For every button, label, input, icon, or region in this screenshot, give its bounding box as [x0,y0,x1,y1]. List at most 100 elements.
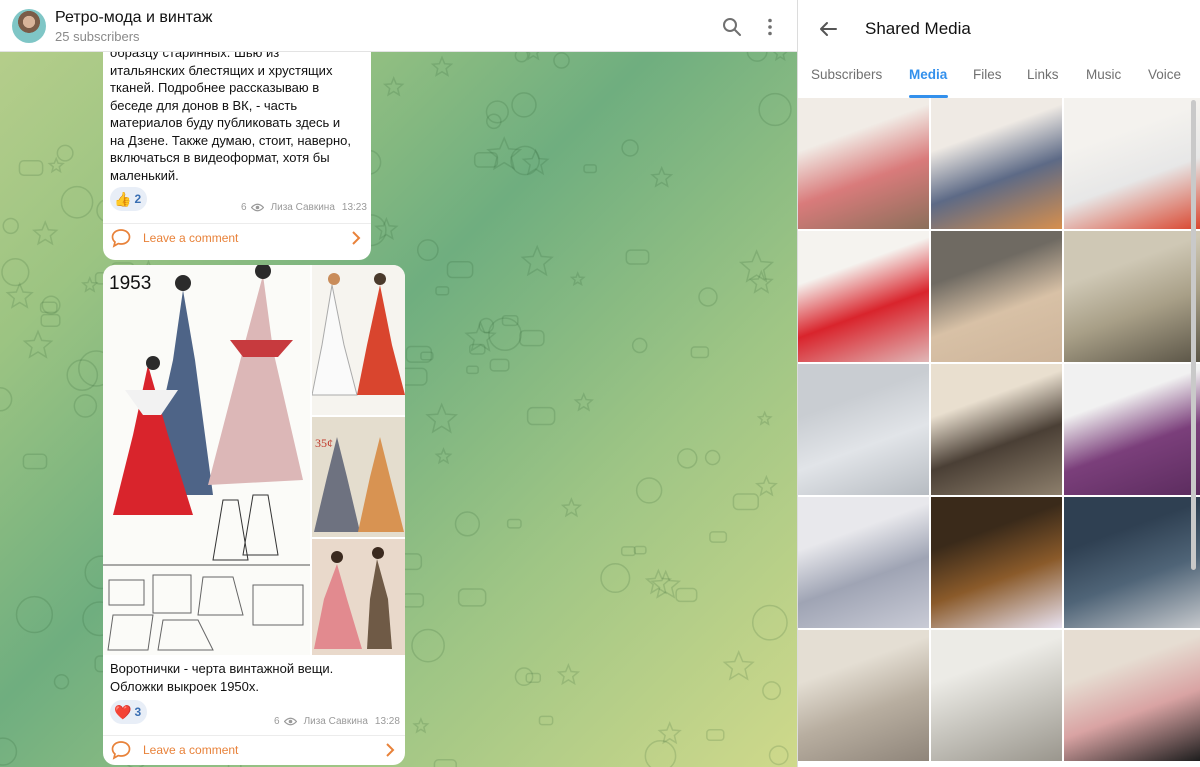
chevron-right-icon [386,743,395,757]
media-thumbnail[interactable] [798,497,929,628]
tab-music[interactable]: Music [1086,67,1121,82]
pattern-doodle [446,261,474,279]
channel-post[interactable]: образцу старинных. Шью из итальянских бл… [103,40,371,260]
pattern-doodle [2,217,19,235]
pattern-doodle [519,329,545,347]
reaction-count: 3 [134,705,142,719]
pattern-doodle [457,588,487,607]
pattern-doodle [60,185,94,219]
media-thumbnail[interactable] [931,98,1062,229]
pattern-doodle [732,493,759,511]
media-thumbnail[interactable] [798,98,929,229]
pattern-doodle [501,314,519,327]
media-thumbnail[interactable] [798,231,929,362]
post-time: 13:23 [341,202,367,213]
album-photo-main[interactable]: 1953 [103,265,310,655]
pattern-doodle [466,365,479,375]
media-thumbnail[interactable] [1064,497,1200,628]
post-text-line: Воротнички - черта винтажной вещи. [110,661,334,676]
pattern-doodle [633,545,647,555]
search-icon[interactable] [722,17,742,37]
pattern-doodle [454,511,481,537]
tab-files[interactable]: Files [973,67,1002,82]
leave-comment-button[interactable]: Leave a comment [103,736,405,765]
pattern-doodle [758,92,792,127]
media-thumbnail[interactable] [931,630,1062,761]
reaction-like[interactable]: 👍 2 [110,187,148,211]
post-author: Лиза Савкина [270,202,335,213]
media-thumbnail[interactable] [1064,364,1200,495]
post-text-line: беседе для донов в ВК, - часть [110,97,298,113]
pattern-doodle [18,159,44,176]
tab-media[interactable]: Media [909,67,947,82]
pattern-doodle [411,628,445,663]
pattern-doodle [22,329,54,359]
shared-media-panel: Shared Media Subscribers Media Files Lin… [797,0,1200,767]
pattern-doodle [620,546,636,557]
pattern-doodle [5,281,34,309]
pattern-doodle [15,595,54,634]
pattern-doodle [583,164,597,174]
pattern-doodle [511,92,537,118]
media-thumbnail[interactable] [931,497,1062,628]
pattern-doodle [433,759,457,767]
more-vertical-icon[interactable] [760,17,780,37]
media-thumbnail[interactable] [931,231,1062,362]
post-text-line: итальянских блестящих и хрустящих [110,62,333,78]
reaction-heart[interactable]: ❤️ 3 [110,700,148,724]
post-text: Воротнички - черта винтажной вещи. Облож… [110,660,400,696]
album-photo[interactable] [312,539,405,655]
album-photo[interactable] [312,265,405,415]
post-meta: 6 Лиза Савкина 13:28 [274,716,400,727]
media-thumbnail[interactable] [931,364,1062,495]
svg-text:35¢: 35¢ [315,436,333,450]
thumbs-up-icon: 👍 [114,190,132,207]
channel-avatar[interactable] [12,9,46,43]
photo-album[interactable]: 1953 35¢ [103,265,405,655]
post-text: образцу старинных. Шью из итальянских бл… [110,44,370,184]
subscriber-count: 25 subscribers [55,29,140,44]
scrollbar[interactable] [1191,100,1196,570]
pattern-doodle [755,474,778,497]
pattern-doodle [425,402,458,434]
chat-header[interactable]: Ретро-мода и винтаж 25 subscribers [0,0,797,52]
panel-title: Shared Media [865,19,971,38]
pattern-doodle [751,604,788,641]
album-year-label: 1953 [109,273,152,294]
post-text-line: тканей. Подробнее рассказываю в [110,80,320,95]
leave-comment-label: Leave a comment [143,743,239,757]
pattern-doodle [560,497,583,518]
pattern-doodle [553,52,570,69]
dress-illustration [312,273,405,396]
post-text-line: включаться в видеоформат, хотя бы [110,150,330,165]
channel-title[interactable]: Ретро-мода и винтаж [55,9,212,27]
pattern-doodle [81,276,99,293]
pattern-doodle [644,739,677,767]
media-thumbnail[interactable] [1064,231,1200,362]
album-photo[interactable]: 35¢ [312,417,405,537]
tab-subscribers[interactable]: Subscribers [811,67,882,82]
media-thumbnail[interactable] [1064,630,1200,761]
media-grid [798,98,1200,767]
media-thumbnail[interactable] [798,364,929,495]
pattern-doodle [621,139,639,157]
leave-comment-button[interactable]: Leave a comment [103,224,371,254]
pattern-doodle [677,448,698,469]
arrow-left-icon[interactable] [818,19,838,39]
media-thumbnail[interactable] [1064,98,1200,229]
pattern-doodle [635,477,663,504]
tab-voice[interactable]: Voice [1148,67,1181,82]
pattern-doodle [66,359,99,391]
pattern-doodle [514,667,534,687]
tab-links[interactable]: Links [1027,67,1059,82]
post-text-line: Обложки выкроек 1950х. [110,679,260,694]
pattern-doodle [430,55,454,77]
pattern-doodle [1,257,30,287]
pattern-doodle [738,249,775,283]
pattern-doodle [569,271,586,287]
dress-illustration [312,539,405,655]
channel-post[interactable]: 1953 35¢ Воротнички - черта винтажной ве… [103,265,405,765]
pattern-doodle [0,387,13,412]
pattern-doodle [401,593,425,608]
media-thumbnail[interactable] [798,630,929,761]
